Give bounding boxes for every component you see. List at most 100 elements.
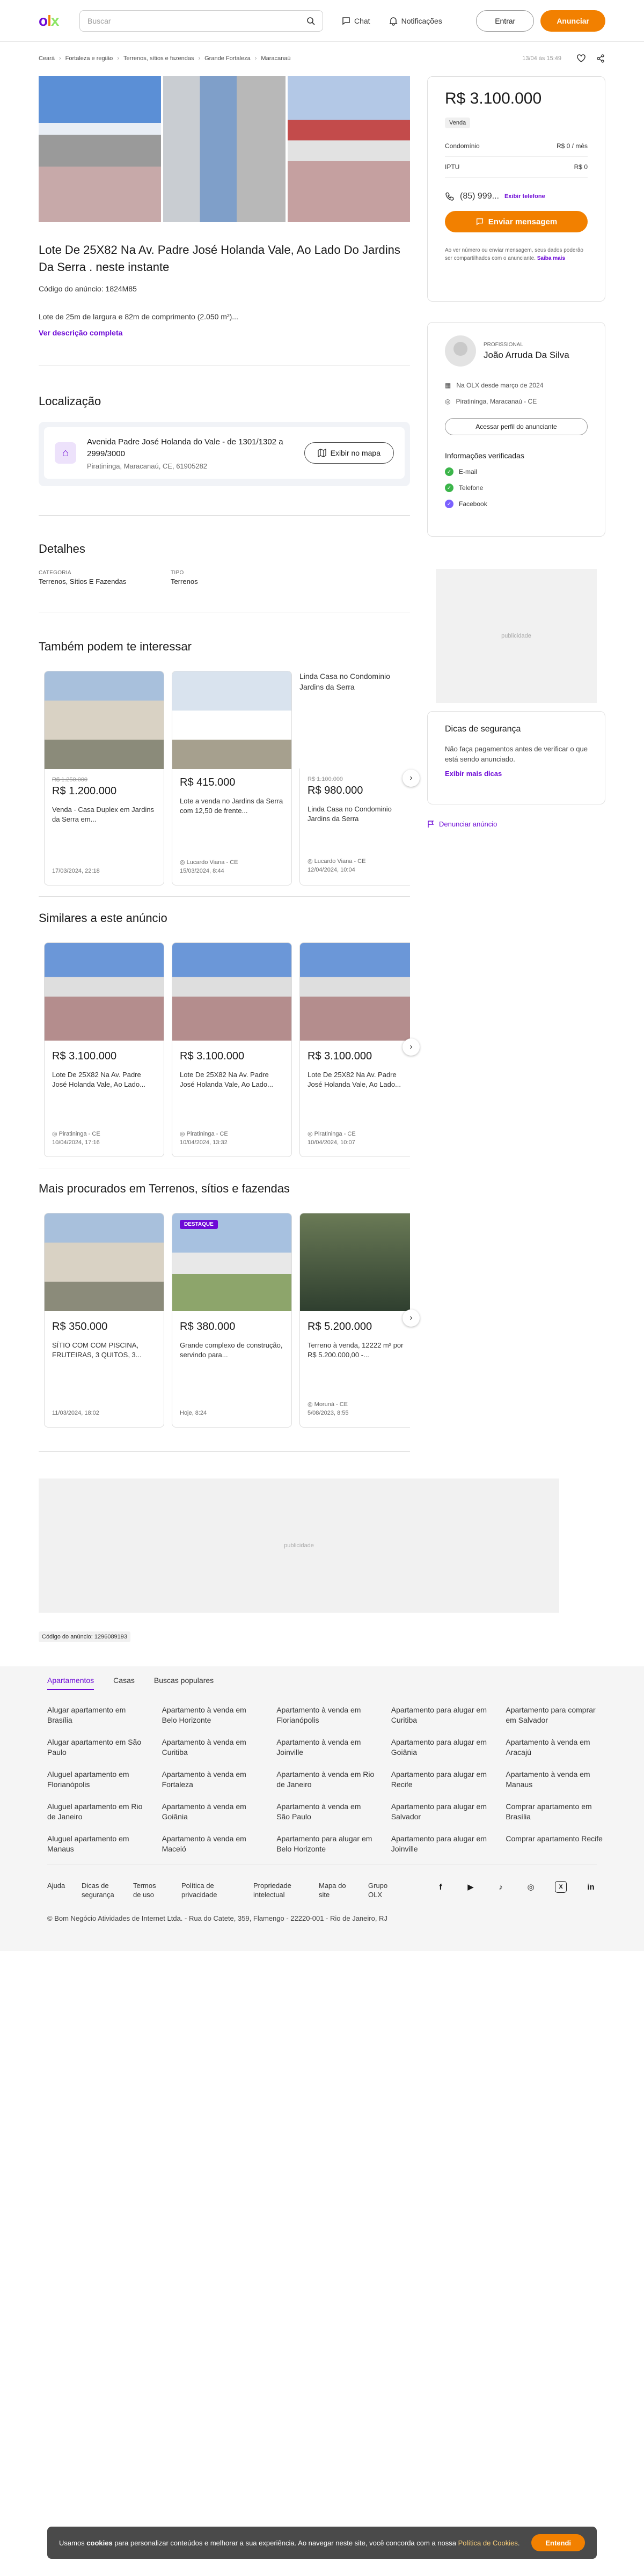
footer-link[interactable]: Apartamento para alugar em Belo Horizont…	[276, 1834, 376, 1854]
x-icon[interactable]: X	[555, 1881, 567, 1893]
footer-ip-link[interactable]: Propriedade intelectual	[253, 1881, 301, 1899]
carousel-next-button[interactable]: ›	[402, 1038, 420, 1056]
sale-chip: Venda	[445, 118, 471, 128]
youtube-icon[interactable]: ▶	[465, 1881, 477, 1893]
advertisement[interactable]: publicidade	[39, 1479, 559, 1613]
footer-link[interactable]: Apartamento à venda em São Paulo	[276, 1802, 376, 1822]
more-tips-link[interactable]: Exibir mais dicas	[445, 770, 588, 778]
tab-buscas-populares[interactable]: Buscas populares	[154, 1676, 214, 1690]
ad-card[interactable]: R$ 3.100.000 Lote De 25X82 Na Av. Padre …	[44, 942, 164, 1157]
card-title: Grande complexo de construção, servindo …	[180, 1341, 283, 1359]
footer-link[interactable]: Apartamento à venda em Belo Horizonte	[162, 1705, 262, 1725]
ad-photo[interactable]	[39, 76, 161, 222]
tab-apartamentos[interactable]: Apartamentos	[47, 1676, 94, 1690]
olx-logo[interactable]: olx	[39, 12, 76, 30]
header-actions: Entrar Anunciar	[476, 10, 605, 32]
fee-row: Condomínio R$ 0 / mês	[445, 136, 588, 157]
full-description-link[interactable]: Ver descrição completa	[39, 328, 122, 337]
search-icon[interactable]	[306, 17, 315, 25]
footer-sitemap-link[interactable]: Mapa do site	[319, 1881, 350, 1899]
seller-name: João Arruda Da Silva	[484, 349, 569, 360]
footer-link[interactable]: Apartamento à venda em Florianópolis	[276, 1705, 376, 1725]
ad-card[interactable]: R$ 5.200.000 Terreno à venda, 12222 m² p…	[299, 1213, 410, 1428]
search-input[interactable]: Buscar	[79, 10, 323, 32]
footer-link[interactable]: Apartamento à venda em Manaus	[506, 1769, 605, 1790]
footer-link[interactable]: Aluguel apartamento em Florianópolis	[47, 1769, 147, 1790]
card-image	[300, 943, 410, 1041]
notifications-link[interactable]: Notificações	[389, 16, 442, 26]
accept-cookies-button[interactable]: Entendi	[531, 2534, 585, 2551]
report-ad-link[interactable]: Denunciar anúncio	[427, 820, 497, 828]
footer-help-link[interactable]: Ajuda	[47, 1881, 65, 1890]
footer-link[interactable]: Comprar apartamento Recife	[506, 1834, 605, 1854]
card-image	[172, 943, 291, 1041]
carousel-next-button[interactable]: ›	[402, 770, 420, 787]
location-city: Piratininga, Maracanaú, CE, 61905282	[87, 462, 208, 470]
share-icon[interactable]	[596, 54, 605, 63]
footer-link[interactable]: Apartamento à venda em Aracajú	[506, 1737, 605, 1758]
chat-icon	[342, 17, 350, 25]
footer-link[interactable]: Apartamento para alugar em Goiânia	[391, 1737, 491, 1758]
login-button[interactable]: Entrar	[476, 10, 535, 32]
detail-label: CATEGORIA	[39, 570, 71, 576]
footer-link[interactable]: Apartamento à venda em Maceió	[162, 1834, 262, 1854]
tab-casas[interactable]: Casas	[113, 1676, 135, 1690]
ad-photo[interactable]	[288, 76, 410, 222]
ad-card[interactable]: R$ 3.100.000 Lote De 25X82 Na Av. Padre …	[172, 942, 292, 1157]
breadcrumb-item[interactable]: Grande Fortaleza	[204, 55, 251, 62]
footer-link[interactable]: Apartamento à venda em Fortaleza	[162, 1769, 262, 1790]
footer-link[interactable]: Apartamento para alugar em Curitiba	[391, 1705, 491, 1725]
footer-link[interactable]: Apartamento para comprar em Salvador	[506, 1705, 605, 1725]
footer-link[interactable]: Aluguel apartamento em Rio de Janeiro	[47, 1802, 147, 1822]
carousel-next-button[interactable]: ›	[402, 1309, 420, 1327]
check-icon: ✓	[445, 467, 453, 476]
seller-profile-button[interactable]: Acessar perfil do anunciante	[445, 418, 588, 435]
card-date: 10/04/2024, 13:32	[180, 1139, 228, 1146]
footer-privacy-link[interactable]: Política de privacidade	[181, 1881, 235, 1899]
ad-title: Lote De 25X82 Na Av. Padre José Holanda …	[39, 243, 400, 274]
footer-link[interactable]: Apartamento à venda em Curitiba	[162, 1737, 262, 1758]
heart-icon[interactable]	[576, 54, 586, 63]
card-old-price: R$ 1.100.000	[308, 776, 343, 782]
instagram-icon[interactable]: ◎	[525, 1881, 537, 1893]
footer-link[interactable]: Apartamento para alugar em Recife	[391, 1769, 491, 1790]
footer-link[interactable]: Aluguel apartamento em Manaus	[47, 1834, 147, 1854]
breadcrumb-item[interactable]: Fortaleza e região	[65, 55, 113, 62]
ad-card[interactable]: R$ 350.000 SÍTIO COM COM PISCINA, FRUTEI…	[44, 1213, 164, 1428]
ad-card[interactable]: R$ 3.100.000 Lote De 25X82 Na Av. Padre …	[299, 942, 410, 1157]
footer-link[interactable]: Apartamento à venda em Goiânia	[162, 1802, 262, 1822]
ad-card[interactable]: R$ 1.250.000 R$ 1.200.000 Venda - Casa D…	[44, 671, 164, 885]
advertisement[interactable]: publicidade	[436, 569, 597, 703]
facebook-icon[interactable]: f	[435, 1881, 447, 1893]
breadcrumb-item[interactable]: Ceará	[39, 55, 55, 62]
ad-photo[interactable]	[163, 76, 286, 222]
ad-card[interactable]: R$ 415.000 Lote a venda no Jardins da Se…	[172, 671, 292, 885]
ad-price: R$ 3.100.000	[445, 90, 542, 107]
footer-group-link[interactable]: Grupo OLX	[368, 1881, 390, 1899]
footer-link[interactable]: Apartamento para alugar em Salvador	[391, 1802, 491, 1822]
footer-link[interactable]: Alugar apartamento em Brasília	[47, 1705, 147, 1725]
show-map-button[interactable]: Exibir no mapa	[304, 442, 394, 464]
footer-link[interactable]: Alugar apartamento em São Paulo	[47, 1737, 147, 1758]
post-ad-button[interactable]: Anunciar	[540, 10, 605, 32]
photo-gallery[interactable]	[39, 76, 410, 222]
footer-link[interactable]: Apartamento à venda em Joinville	[276, 1737, 376, 1758]
ad-card[interactable]: Linda Casa no Condominio Jardins da Serr…	[299, 671, 410, 885]
footer-link[interactable]: Comprar apartamento em Brasília	[506, 1802, 605, 1822]
chat-link[interactable]: Chat	[341, 16, 370, 26]
breadcrumb-item[interactable]: Maracanaú	[261, 55, 290, 62]
ad-card[interactable]: DESTAQUE R$ 380.000 Grande complexo de c…	[172, 1213, 292, 1428]
show-phone-link[interactable]: Exibir telefone	[504, 193, 545, 200]
footer-safety-link[interactable]: Dicas de segurança	[82, 1881, 115, 1899]
footer-link[interactable]: Apartamento à venda em Rio de Janeiro	[276, 1769, 376, 1790]
learn-more-link[interactable]: Saiba mais	[537, 255, 565, 261]
send-message-button[interactable]: Enviar mensagem	[445, 211, 588, 232]
breadcrumb-item[interactable]: Terrenos, sítios e fazendas	[123, 55, 194, 62]
tiktok-icon[interactable]: ♪	[495, 1881, 507, 1893]
cookie-policy-link[interactable]: Política de Cookies	[458, 2539, 518, 2547]
footer-terms-link[interactable]: Termos de uso	[133, 1881, 163, 1899]
search-placeholder: Buscar	[87, 16, 111, 25]
card-image	[45, 671, 164, 769]
linkedin-icon[interactable]: in	[585, 1881, 597, 1893]
footer-link[interactable]: Apartamento para alugar em Joinville	[391, 1834, 491, 1854]
